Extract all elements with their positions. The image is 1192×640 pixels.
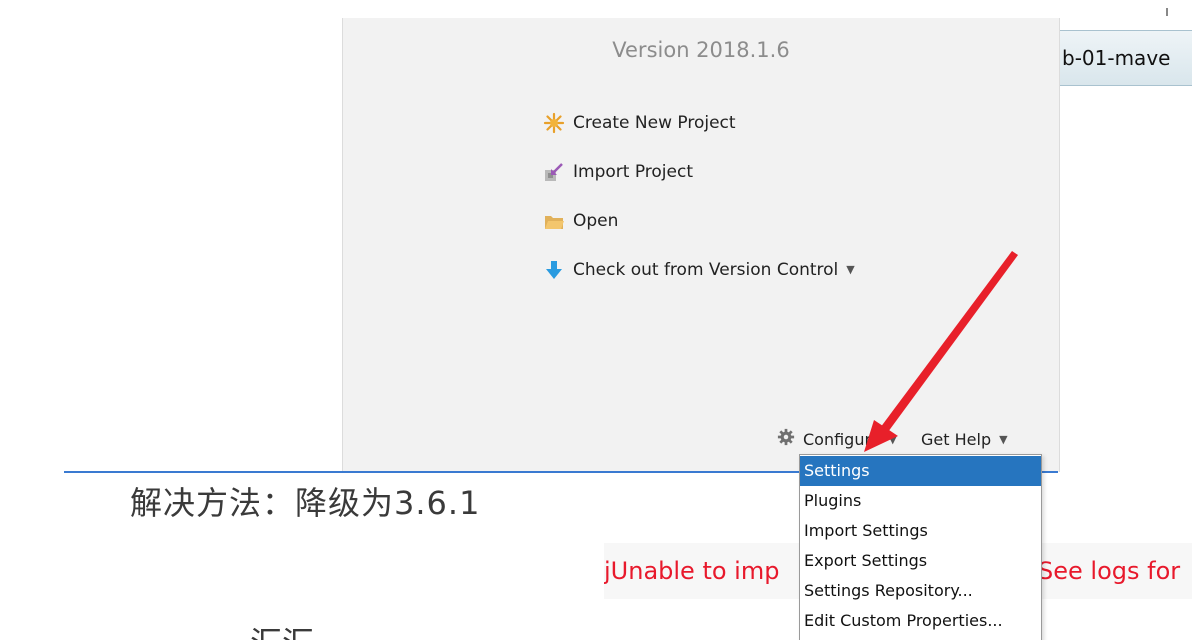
import-project-action[interactable]: Import Project xyxy=(543,159,855,184)
menu-item-import-settings[interactable]: Import Settings xyxy=(800,516,1041,546)
open-action[interactable]: Open xyxy=(543,208,855,233)
error-text-left: jUnable to imp xyxy=(604,557,780,585)
version-label: Version 2018.1.6 xyxy=(612,38,790,62)
get-help-label: Get Help xyxy=(921,429,992,449)
check-out-action[interactable]: Check out from Version Control ▼ xyxy=(543,257,855,282)
project-tab-fragment[interactable]: b-01-mave xyxy=(1057,30,1192,86)
menu-item-settings[interactable]: Settings xyxy=(800,456,1041,486)
get-help-button[interactable]: Get Help ▼ xyxy=(921,430,1008,449)
chevron-down-icon: ▼ xyxy=(888,432,898,446)
screenshot-page: b-01-mave Version 2018.1.6 Create New Pr… xyxy=(0,0,1192,640)
folder-open-icon xyxy=(543,210,565,232)
project-tab-label: b-01-mave xyxy=(1062,46,1171,70)
welcome-actions: Create New Project Import Project Open C… xyxy=(543,110,855,306)
menu-item-settings-repository[interactable]: Settings Repository... xyxy=(800,576,1041,606)
gear-icon xyxy=(777,428,803,450)
check-out-label: Check out from Version Control xyxy=(573,259,839,280)
cut-off-text: 汇汇 xyxy=(250,618,314,640)
welcome-bottom-links: Configure ▼ Get Help ▼ xyxy=(777,428,1008,450)
configure-dropdown-menu: Settings Plugins Import Settings Export … xyxy=(799,454,1042,640)
configure-label: Configure xyxy=(803,429,881,449)
welcome-panel: Version 2018.1.6 Create New Project Impo… xyxy=(342,18,1060,472)
chevron-down-icon: ▼ xyxy=(999,432,1008,446)
chevron-down-icon: ▼ xyxy=(846,263,855,276)
configure-button[interactable]: Configure ▼ xyxy=(777,428,897,450)
menu-item-edit-custom-properties[interactable]: Edit Custom Properties... xyxy=(800,606,1041,636)
create-new-project-label: Create New Project xyxy=(573,112,736,133)
error-text-right: See logs for xyxy=(1038,557,1181,585)
menu-item-export-settings[interactable]: Export Settings xyxy=(800,546,1041,576)
download-arrow-icon xyxy=(543,259,565,281)
create-new-project-action[interactable]: Create New Project xyxy=(543,110,855,135)
create-new-project-icon xyxy=(543,112,565,134)
solution-text: 解决方法：降级为3.6.1 xyxy=(130,484,481,522)
menu-item-plugins[interactable]: Plugins xyxy=(800,486,1041,516)
open-label: Open xyxy=(573,210,619,231)
import-project-icon xyxy=(543,161,565,183)
import-project-label: Import Project xyxy=(573,161,693,182)
window-edge-mark xyxy=(1166,8,1168,16)
